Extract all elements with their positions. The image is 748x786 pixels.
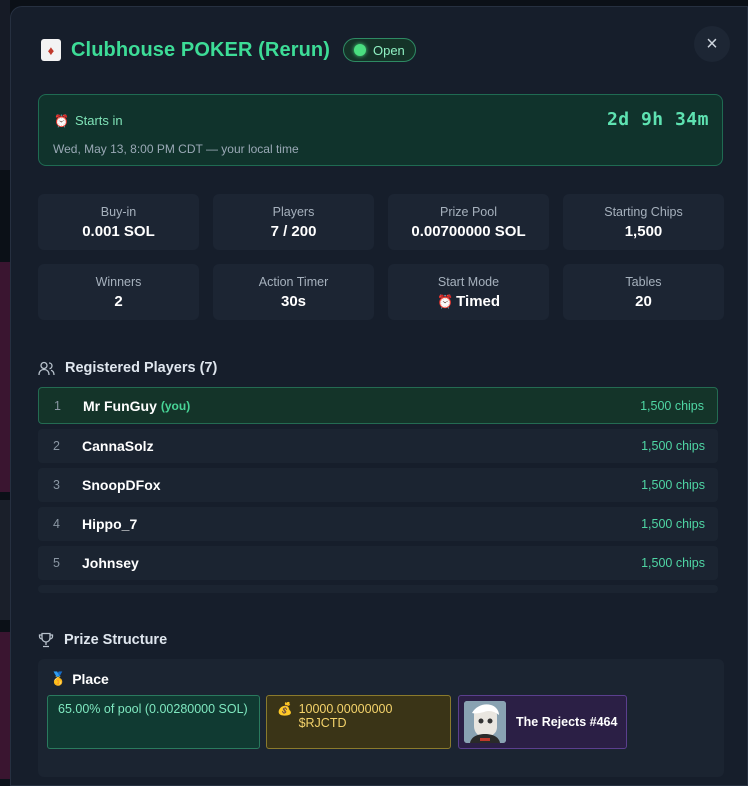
backdrop-panel bbox=[0, 0, 10, 170]
player-rank: 4 bbox=[53, 517, 60, 531]
player-chips: 1,500 chips bbox=[641, 439, 705, 453]
stat-value: ⏰ Timed bbox=[388, 293, 549, 310]
nft-avatar-icon bbox=[464, 701, 506, 743]
place-label: 🥇 Place bbox=[50, 671, 109, 687]
stat-value: 0.00700000 SOL bbox=[411, 223, 526, 240]
alarm-clock-icon: ⏰ bbox=[436, 294, 454, 309]
players-list[interactable]: 1 Mr FunGuy (you) 1,500 chips 2 CannaSol… bbox=[38, 387, 718, 599]
section-title-text: Prize Structure bbox=[64, 632, 168, 648]
prize-place-card: 🥇 Place 65.00% of pool (0.00280000 SOL) … bbox=[38, 659, 724, 777]
nft-prize-card[interactable]: The Rejects #464 bbox=[458, 695, 627, 749]
close-icon: × bbox=[706, 32, 718, 55]
stat-buy-in: Buy-in 0.001 SOL bbox=[38, 194, 199, 250]
player-chips: 1,500 chips bbox=[640, 398, 704, 413]
stat-value: 1,500 bbox=[624, 223, 663, 240]
backdrop-panel bbox=[0, 500, 10, 620]
tournament-modal: ♦ Clubhouse POKER (Rerun) Open × ⏰ Start… bbox=[10, 6, 748, 786]
alarm-clock-icon: ⏰ bbox=[54, 113, 69, 128]
stat-label: Players bbox=[272, 205, 315, 219]
modal-header: ♦ Clubhouse POKER (Rerun) Open bbox=[41, 37, 416, 63]
starts-in-panel: ⏰ Starts in Wed, May 13, 8:00 PM CDT — y… bbox=[38, 94, 723, 166]
starts-in-text: Starts in bbox=[74, 113, 123, 128]
start-mode-value: Timed bbox=[456, 293, 501, 310]
nft-prize-name: The Rejects #464 bbox=[516, 715, 618, 729]
pool-prize-text: 65.00% of pool (0.00280000 SOL) bbox=[58, 702, 248, 716]
player-chips: 1,500 chips bbox=[641, 556, 705, 570]
stat-value: 7 / 200 bbox=[270, 223, 317, 240]
place-text: Place bbox=[72, 671, 109, 687]
countdown-timer: 2d 9h 34m bbox=[606, 109, 709, 130]
stat-value: 20 bbox=[635, 293, 652, 310]
prize-structure-heading: Prize Structure bbox=[38, 632, 167, 648]
player-rank: 1 bbox=[54, 398, 61, 413]
first-place-medal-icon: 🥇 bbox=[50, 671, 67, 686]
player-rank: 2 bbox=[53, 439, 60, 453]
stat-value: 0.001 SOL bbox=[82, 223, 155, 240]
close-button[interactable]: × bbox=[694, 26, 730, 62]
player-name: CannaSolz bbox=[82, 438, 154, 454]
stat-label: Action Timer bbox=[258, 275, 329, 289]
player-chips: 1,500 chips bbox=[641, 478, 705, 492]
player-row: 5 Johnsey 1,500 chips bbox=[38, 546, 718, 580]
token-prize-card: 💰 10000.00000000 $RJCTD bbox=[266, 695, 451, 749]
money-bag-icon: 💰 bbox=[277, 702, 293, 716]
status-badge: Open bbox=[342, 38, 416, 62]
player-rank: 3 bbox=[53, 478, 60, 492]
stat-label: Prize Pool bbox=[440, 205, 497, 219]
stat-label: Starting Chips bbox=[604, 205, 683, 219]
stat-action-timer: Action Timer 30s bbox=[213, 264, 374, 320]
player-rank: 5 bbox=[53, 556, 60, 570]
start-date: Wed, May 13, 8:00 PM CDT — your local ti… bbox=[53, 142, 299, 156]
stat-starting-chips: Starting Chips 1,500 bbox=[563, 194, 724, 250]
status-dot-icon bbox=[353, 44, 366, 56]
token-prize-text: 10000.00000000 $RJCTD bbox=[298, 702, 393, 730]
users-icon bbox=[38, 361, 55, 375]
player-row-partial bbox=[38, 585, 718, 593]
trophy-icon bbox=[38, 632, 54, 648]
player-chips: 1,500 chips bbox=[641, 517, 705, 531]
starts-in-label: ⏰ Starts in bbox=[54, 113, 123, 128]
playing-card-icon: ♦ bbox=[41, 39, 61, 61]
stat-prize-pool: Prize Pool 0.00700000 SOL bbox=[388, 194, 549, 250]
stat-label: Start Mode bbox=[437, 275, 500, 289]
player-name: Mr FunGuy bbox=[83, 397, 157, 414]
stat-players: Players 7 / 200 bbox=[213, 194, 374, 250]
you-tag: (you) bbox=[160, 398, 191, 413]
status-text: Open bbox=[372, 42, 405, 58]
player-row: 4 Hippo_7 1,500 chips bbox=[38, 507, 718, 541]
stats-grid: Buy-in 0.001 SOL Players 7 / 200 Prize P… bbox=[38, 194, 724, 320]
tournament-title: Clubhouse POKER (Rerun) bbox=[71, 38, 330, 61]
stat-value: 30s bbox=[280, 293, 307, 310]
backdrop-panel bbox=[0, 262, 10, 492]
stat-start-mode: Start Mode ⏰ Timed bbox=[388, 264, 549, 320]
player-name: SnoopDFox bbox=[82, 477, 161, 493]
player-name: Johnsey bbox=[82, 555, 139, 571]
stat-tables: Tables 20 bbox=[563, 264, 724, 320]
player-row: 3 SnoopDFox 1,500 chips bbox=[38, 468, 718, 502]
section-title-text: Registered Players (7) bbox=[65, 360, 218, 376]
player-name: Hippo_7 bbox=[82, 516, 138, 532]
pool-prize-card: 65.00% of pool (0.00280000 SOL) bbox=[47, 695, 260, 749]
player-row: 2 CannaSolz 1,500 chips bbox=[38, 429, 718, 463]
registered-players-heading: Registered Players (7) bbox=[38, 360, 217, 376]
stat-label: Tables bbox=[625, 275, 662, 289]
stat-winners: Winners 2 bbox=[38, 264, 199, 320]
backdrop-panel bbox=[0, 632, 10, 779]
stat-label: Winners bbox=[95, 275, 142, 289]
nft-thumbnail bbox=[464, 701, 506, 743]
player-row: 1 Mr FunGuy (you) 1,500 chips bbox=[38, 387, 718, 424]
stat-value: 2 bbox=[114, 293, 123, 310]
stat-label: Buy-in bbox=[100, 205, 137, 219]
